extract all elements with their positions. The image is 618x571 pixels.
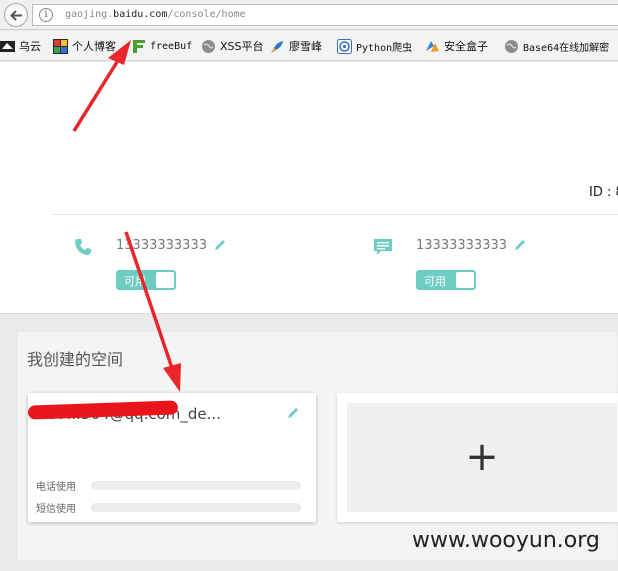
toggle-label: 可用 (124, 275, 146, 288)
address-bar[interactable]: i gaojing.baidu.com/console/home (32, 4, 618, 26)
section-title: 我创建的空间 (27, 350, 124, 369)
bookmark-wooyun[interactable]: 乌云 (0, 37, 41, 55)
info-icon[interactable]: i (39, 8, 53, 22)
usage-label: 短信使用 (36, 504, 76, 515)
bookmark-liaoxuefeng[interactable]: 廖雪峰 (270, 37, 322, 55)
arrow-left-icon (10, 10, 22, 21)
bookmark-xss[interactable]: XSS平台 (201, 37, 264, 55)
phone-number: 13333333333 (116, 238, 207, 253)
bookmark-label: 乌云 (19, 40, 41, 53)
back-button[interactable] (4, 3, 28, 27)
phone-usage-row: 电话使用 (36, 478, 306, 493)
phone-status-toggle[interactable]: 可用 (116, 270, 176, 290)
add-space-card[interactable]: + (337, 393, 618, 522)
bookmark-freebuf[interactable]: freeBuf (131, 37, 192, 55)
box-icon (426, 40, 439, 52)
bookmark-python[interactable]: Python爬虫 (337, 37, 412, 55)
url-subdomain: gaojing. (65, 9, 114, 20)
edit-pencil-icon[interactable] (513, 238, 527, 252)
toggle-knob (456, 272, 474, 288)
message-icon (374, 239, 392, 255)
bookmarks-bar: 乌云 个人博客 freeBuf XSS平台 廖雪峰 Python爬虫 安全盒子 … (0, 31, 618, 61)
browser-toolbar: i gaojing.baidu.com/console/home (0, 0, 618, 30)
divider (52, 214, 618, 215)
python-icon (337, 38, 352, 54)
url-domain: baidu.com (113, 9, 168, 20)
url-path: /console/home (167, 9, 246, 20)
bookmark-label: Python爬虫 (356, 42, 413, 54)
user-id-label: ID : 8 (589, 185, 618, 200)
usage-bar (91, 481, 301, 490)
bookmark-label: 廖雪峰 (289, 40, 322, 53)
bookmark-label: freeBuf (150, 40, 193, 52)
watermark: www.wooyun.org (412, 528, 600, 553)
phone-icon (75, 239, 91, 255)
usage-bar (91, 503, 301, 512)
bookmark-blog[interactable]: 个人博客 (53, 37, 116, 55)
bookmark-label: 个人博客 (72, 40, 116, 53)
edit-pencil-icon[interactable] (286, 406, 300, 420)
blog-icon (53, 38, 68, 54)
bookmark-secbox[interactable]: 安全盒子 (425, 37, 488, 55)
space-card[interactable]: 807...364@qq.com_de... 电话使用 短信使用 (27, 393, 316, 522)
add-space-button[interactable]: + (347, 403, 617, 512)
plus-icon: + (465, 434, 499, 480)
sms-status-toggle[interactable]: 可用 (416, 270, 476, 290)
bookmark-label: 安全盒子 (444, 40, 488, 53)
profile-card: ID : 8 13333333333 可用 13333333333 可用 (0, 62, 618, 314)
globe-icon (505, 39, 518, 53)
sms-number: 13333333333 (416, 238, 507, 253)
globe-icon (202, 39, 215, 53)
bookmark-label: Base64在线加解密 (523, 42, 610, 54)
toggle-label: 可用 (424, 275, 446, 288)
sms-usage-row: 短信使用 (36, 500, 306, 515)
usage-label: 电话使用 (36, 482, 76, 493)
toggle-knob (156, 272, 174, 288)
wooyun-icon (0, 40, 15, 52)
bookmark-base64[interactable]: Base64在线加解密 (504, 37, 609, 55)
url-text: gaojing.baidu.com/console/home (65, 9, 246, 20)
freebuf-icon (133, 39, 145, 53)
bookmark-label: XSS平台 (220, 40, 264, 53)
rocket-icon (271, 40, 283, 53)
edit-pencil-icon[interactable] (213, 238, 227, 252)
